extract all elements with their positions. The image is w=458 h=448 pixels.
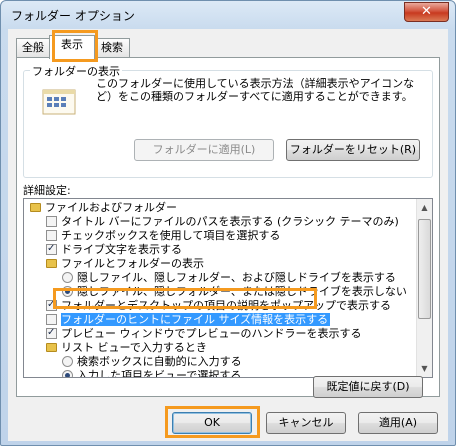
list-item-label: ファイルとフォルダーの表示 [61,257,204,270]
list-item-label: リスト ビューで入力するとき [61,341,207,354]
folder-views-icon [42,89,76,115]
radio-button[interactable] [62,356,73,367]
checkbox[interactable] [46,314,57,325]
ok-button[interactable]: OK [172,412,252,434]
cancel-button[interactable]: キャンセル [266,412,346,434]
list-item-label: ファイルおよびフォルダー [45,201,177,214]
list-item[interactable]: 入力した項目をビューで選択する [62,369,242,378]
list-item-selected[interactable]: フォルダーのヒントにファイル サイズ情報を表示する [46,313,331,327]
list-item-label: フォルダーのヒントにファイル サイズ情報を表示する [61,313,331,326]
radio-button[interactable] [62,370,73,377]
checkbox[interactable] [46,216,57,227]
radio-button[interactable] [62,272,73,283]
scroll-up-icon[interactable]: ▲ [419,201,430,214]
list-item-label: フォルダーとデスクトップの項目の説明をポップアップで表示する [61,299,391,312]
tab-general[interactable]: 全般 [16,38,50,57]
tab-general-label: 全般 [22,41,44,54]
vertical-scrollbar[interactable]: ▲ ▼ [416,199,432,377]
title-bar[interactable]: フォルダー オプション ✕ [1,1,455,29]
checkbox[interactable] [46,230,57,241]
list-item[interactable]: チェックボックスを使用して項目を選択する [46,229,280,243]
tab-search[interactable]: 検索 [94,38,130,57]
list-item[interactable]: タイトル バーにファイルのパスを表示する (クラシック テーマのみ) [46,215,399,229]
list-item[interactable]: 検索ボックスに自動的に入力する [62,355,242,369]
folder-icon [30,203,41,212]
list-item-label: 隠しファイル、隠しフォルダー、および隠しドライブを表示する [77,271,396,284]
checkbox[interactable] [46,326,57,340]
list-item: ファイルとフォルダーの表示 [46,257,204,271]
list-item-label: 検索ボックスに自動的に入力する [77,355,242,368]
list-item-label: タイトル バーにファイルのパスを表示する (クラシック テーマのみ) [61,215,399,228]
folder-icon [46,343,57,352]
list-item[interactable]: 隠しファイル、隠しフォルダー、または隠しドライブを表示しない [62,285,407,299]
list-item: ファイルおよびフォルダー [30,201,177,215]
scroll-down-icon[interactable]: ▼ [419,362,430,375]
apply-button[interactable]: 適用(A) [358,412,438,434]
advanced-settings-label: 詳細設定: [23,184,71,197]
list-item-label: チェックボックスを使用して項目を選択する [61,229,281,242]
tab-search-label: 検索 [101,41,123,54]
view-tab-panel: フォルダーの表示 このフォルダーに使用している表示方法（詳細表示やアイコンなど）… [16,57,440,398]
list-item[interactable]: ドライブ文字を表示する [46,242,182,257]
list-item-label: プレビュー ウィンドウでプレビューのハンドラーを表示する [61,327,362,340]
apply-to-folders-button[interactable]: フォルダーに適用(L) [134,139,274,161]
checkbox[interactable] [46,242,57,256]
close-icon: ✕ [421,4,432,19]
list-item-label: 隠しファイル、隠しフォルダー、または隠しドライブを表示しない [77,285,407,298]
list-item-label: ドライブ文字を表示する [61,243,182,256]
folder-icon [46,259,57,268]
close-button[interactable]: ✕ [404,2,449,22]
folder-views-group: フォルダーの表示 このフォルダーに使用している表示方法（詳細表示やアイコンなど）… [23,63,433,178]
list-item[interactable]: 隠しファイル、隠しフォルダー、および隠しドライブを表示する [62,271,396,285]
window-title: フォルダー オプション [11,9,135,23]
folder-options-window: フォルダー オプション ✕ 全般 表示 検索 フォルダーの表示 このフォルダーに… [0,0,456,446]
list-item-label: 入力した項目をビューで選択する [77,369,242,378]
list-item[interactable]: プレビュー ウィンドウでプレビューのハンドラーを表示する [46,326,362,341]
reset-folders-button[interactable]: フォルダーをリセット(R) [286,139,420,161]
radio-button[interactable] [62,286,73,297]
list-item[interactable]: フォルダーとデスクトップの項目の説明をポップアップで表示する [46,298,391,313]
list-item: リスト ビューで入力するとき [46,341,207,355]
tab-view-label: 表示 [61,38,83,51]
dialog-client: 全般 表示 検索 フォルダーの表示 このフォルダーに使用している表示方法（詳細表… [8,29,448,441]
checkbox[interactable] [46,298,57,312]
tab-view[interactable]: 表示 [49,35,95,59]
folder-views-description: このフォルダーに使用している表示方法（詳細表示やアイコンなど）をこの種類のフォル… [96,77,415,103]
restore-defaults-button[interactable]: 既定値に戻す(D) [313,376,423,398]
scroll-thumb[interactable] [418,219,431,319]
advanced-settings-list[interactable]: ファイルおよびフォルダー タイトル バーにファイルのパスを表示する (クラシック… [23,198,433,378]
